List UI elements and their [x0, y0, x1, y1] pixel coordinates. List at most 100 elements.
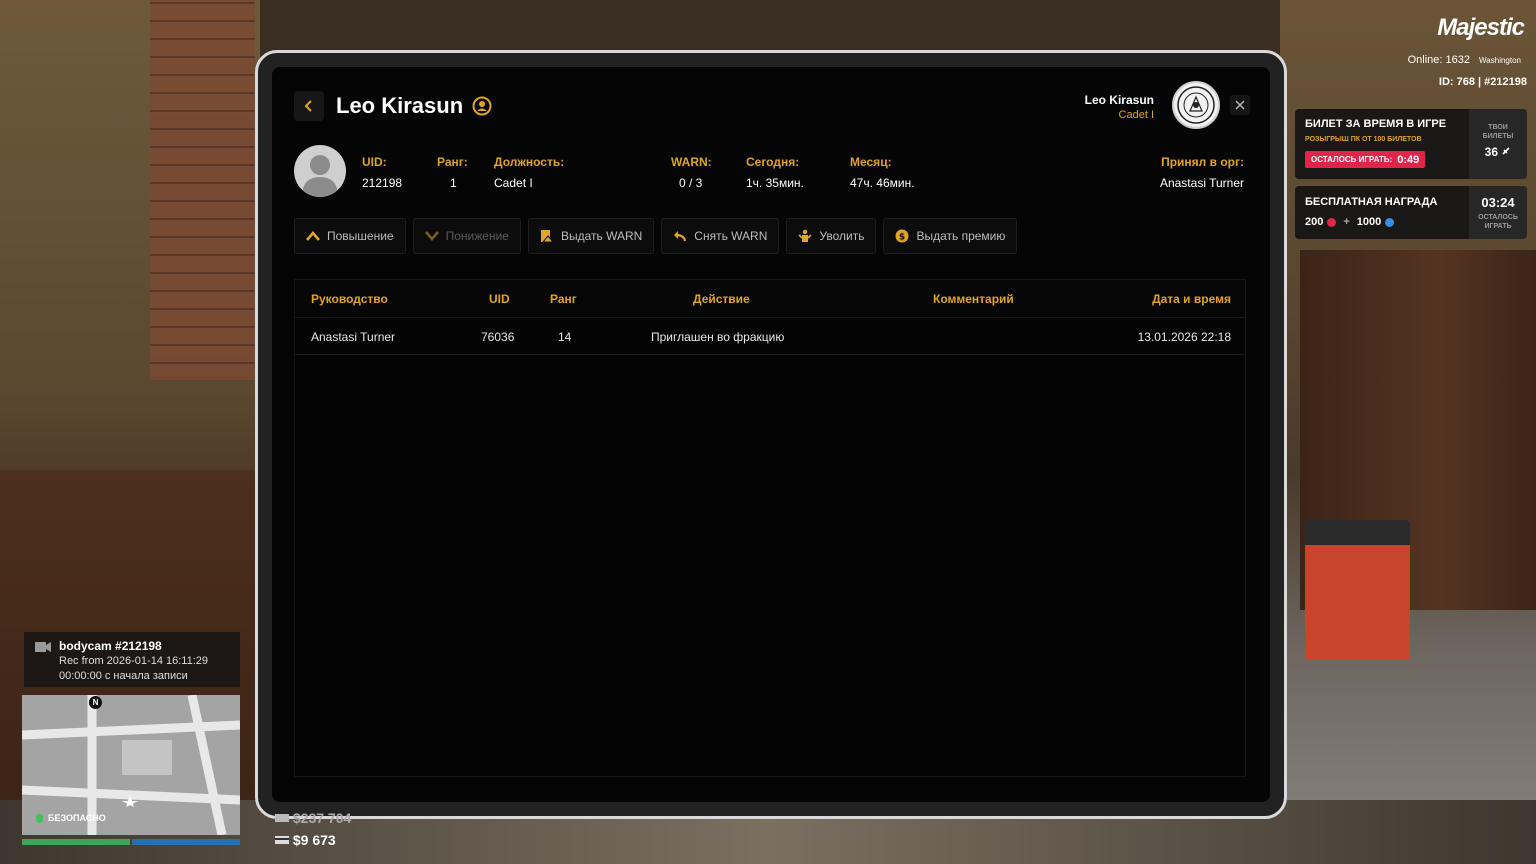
demote-button[interactable]: Понижение — [412, 218, 521, 254]
bodycam-rec-line: Rec from 2026-01-14 16:11:29 — [59, 655, 208, 667]
undo-icon — [674, 231, 687, 242]
column-header: UID — [489, 292, 510, 306]
online-count: 1632 — [1445, 54, 1470, 66]
button-label: Повышение — [327, 229, 394, 243]
cell-uid: 76036 — [481, 330, 515, 344]
reward-amount-2: 1000 — [1356, 216, 1382, 228]
camera-icon — [35, 642, 51, 652]
field-uid: UID: 212198 — [362, 155, 402, 190]
cell-rank: 14 — [558, 330, 572, 344]
button-label: Уволить — [819, 229, 865, 243]
field-month: Месяц: 47ч. 46мин. — [850, 155, 915, 190]
bodycam-elapsed: 00:00:00 с начала записи — [59, 670, 188, 682]
tickets-label: ТВОИ БИЛЕТЫ — [1469, 123, 1527, 141]
chevron-down-icon — [424, 231, 439, 241]
server-name: Washington — [1479, 56, 1521, 65]
button-label: Выдать премию — [916, 229, 1006, 243]
action-bar: Повышение Понижение Выдать WARN Снять WA… — [294, 218, 1018, 254]
ticket-timer-pill: ОСТАЛОСЬ ИГРАТЬ: 0:49 — [1305, 151, 1426, 168]
field-value: 212198 — [362, 176, 403, 190]
server-logo: Majestic — [1437, 14, 1525, 41]
player-id: ID: 768 | #212198 — [1438, 76, 1527, 88]
remove-warn-button[interactable]: Снять WARN — [661, 218, 780, 254]
cash-icon — [275, 814, 289, 822]
column-header: Ранг — [550, 292, 577, 306]
field-value: Anastasi Turner — [1159, 176, 1244, 190]
field-warn: WARN: 0 / 3 — [671, 155, 712, 190]
column-header: Руководство — [311, 292, 388, 306]
bodycam-title: bodycam #212198 — [59, 639, 162, 653]
give-warn-button[interactable]: Выдать WARN — [527, 218, 655, 254]
button-label: Снять WARN — [694, 229, 768, 243]
cash-value: $237 704 — [292, 810, 352, 826]
ticket-title: БИЛЕТ ЗА ВРЕМЯ В ИГРЕ — [1305, 118, 1447, 130]
ticket-count-panel: ТВОИ БИЛЕТЫ 36 — [1469, 109, 1527, 179]
tickets-value: 36 — [1484, 145, 1498, 159]
fire-user-icon — [798, 229, 812, 242]
history-table: Руководство UID Ранг Действие Комментари… — [294, 279, 1246, 777]
zone-status: БЕЗОПАСНО — [36, 813, 106, 823]
field-label: Ранг: — [437, 155, 468, 169]
reward-card[interactable]: БЕСПЛАТНАЯ НАГРАДА 200 + 1000 03:24 ОСТА… — [1295, 186, 1527, 239]
field-accepted-by: Принял в орг: Anastasi Turner — [1160, 155, 1244, 190]
cash-amount: $237 704 — [275, 810, 351, 826]
give-bonus-button[interactable]: $ Выдать премию — [883, 218, 1018, 254]
reward-amount-1: 200 — [1305, 216, 1324, 228]
column-header: Дата и время — [1152, 292, 1231, 306]
warn-doc-icon — [540, 230, 554, 243]
faction-seal-icon — [1172, 81, 1220, 129]
field-value: 1ч. 35мин. — [746, 176, 804, 190]
online-label: Online: — [1407, 54, 1443, 66]
page-title: Leo Kirasun — [336, 93, 464, 118]
field-label: Месяц: — [850, 155, 892, 169]
back-button[interactable] — [294, 91, 324, 121]
bank-amount: $9 673 — [275, 832, 336, 848]
shield-icon — [36, 813, 43, 823]
column-header: Действие — [693, 292, 750, 306]
coin-red-icon — [1327, 217, 1337, 227]
trash-bin — [1305, 520, 1410, 660]
header-user-name: Leo Kirasun — [1084, 93, 1154, 107]
button-label: Выдать WARN — [560, 229, 643, 243]
field-label: WARN: — [671, 155, 712, 169]
field-value: 1 — [450, 176, 457, 190]
ticket-subtitle: РОЗЫГРЫШ ПК ОТ 100 БИЛЕТОВ — [1305, 136, 1422, 143]
reward-time-label: ОСТАЛОСЬ ИГРАТЬ — [1469, 213, 1527, 231]
field-label: Сегодня: — [746, 155, 800, 169]
brick-pillar — [150, 0, 255, 380]
ticket-card[interactable]: БИЛЕТ ЗА ВРЕМЯ В ИГРЕ РОЗЫГРЫШ ПК ОТ 100… — [1295, 109, 1527, 179]
field-value: 47ч. 46мин. — [850, 176, 915, 190]
tablet-screen: Leo Kirasun Leo Kirasun Cadet I UID: 212… — [272, 67, 1270, 802]
column-header: Комментарий — [933, 292, 1014, 306]
zone-label: БЕЗОПАСНО — [48, 813, 106, 823]
field-value: Cadet I — [494, 176, 533, 190]
chevron-up-icon — [306, 231, 320, 241]
status-bars — [22, 839, 240, 845]
close-icon — [1235, 100, 1245, 110]
promote-button[interactable]: Повышение — [294, 218, 406, 254]
reward-time: 03:24 — [1481, 195, 1515, 210]
pill-time: 0:49 — [1397, 153, 1420, 166]
table-row: Anastasi Turner 76036 14 Приглашен во фр… — [295, 318, 1245, 355]
coin-icon: $ — [895, 229, 909, 243]
reward-plus: + — [1343, 216, 1350, 228]
cell-action: Приглашен во фракцию — [651, 330, 785, 344]
tickets-label-line: БИЛЕТЫ — [1482, 133, 1514, 140]
armor-bar — [132, 839, 240, 845]
tickets-count: 36 — [1469, 145, 1527, 159]
ticket-icon — [1502, 147, 1510, 155]
card-icon — [275, 836, 289, 844]
svg-text:$: $ — [899, 233, 905, 243]
cell-datetime: 13.01.2026 22:18 — [1137, 330, 1231, 344]
table-header: Руководство UID Ранг Действие Комментари… — [295, 280, 1245, 318]
field-rank: Ранг: 1 — [437, 155, 468, 190]
drop-blue-icon — [1385, 217, 1395, 227]
field-label: UID: — [362, 155, 387, 169]
chevron-left-icon — [304, 100, 312, 112]
close-button[interactable] — [1230, 95, 1250, 115]
reward-amounts: 200 + 1000 — [1305, 216, 1395, 228]
fire-button[interactable]: Уволить — [786, 218, 877, 254]
field-label: Принял в орг: — [1161, 155, 1244, 169]
bodycam-overlay: bodycam #212198 Rec from 2026-01-14 16:1… — [24, 632, 240, 687]
reward-time-label-line: ОСТАЛОСЬ — [1478, 214, 1518, 221]
